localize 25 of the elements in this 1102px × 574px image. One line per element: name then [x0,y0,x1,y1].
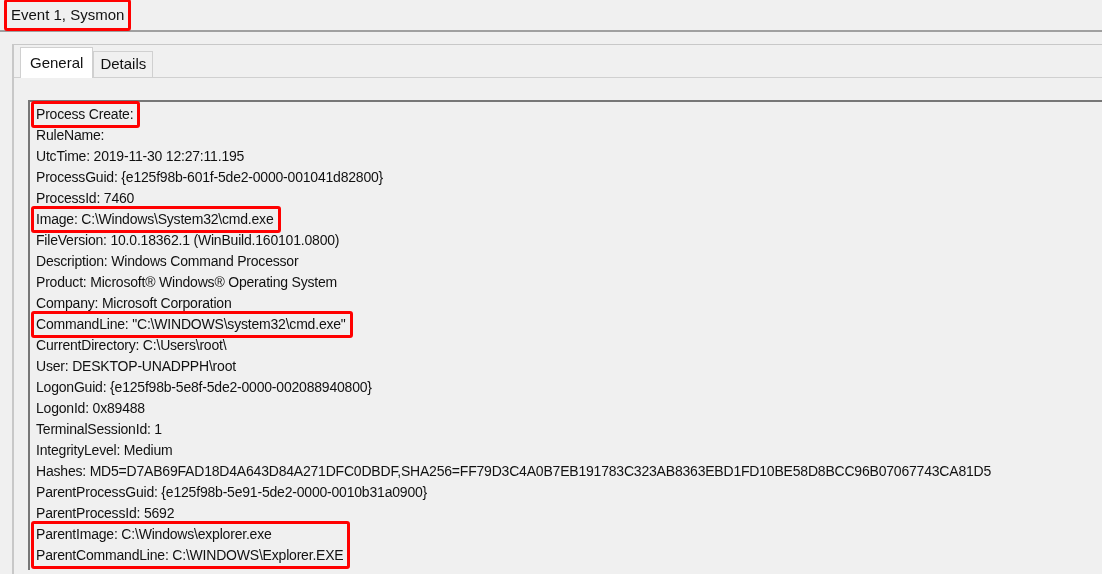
event-field-line: IntegrityLevel: Medium [36,441,174,460]
event-field-line: Description: Windows Command Processor [36,252,300,271]
event-field-line: Process Create: [36,105,134,124]
event-field-line: ParentProcessId: 5692 [36,504,176,523]
window-title: Event 1, Sysmon [4,0,132,32]
event-field-line: LogonGuid: {e125f98b-5e8f-5de2-0000-002088940800} [36,378,373,397]
event-field-line: CommandLine: "C:\WINDOWS\system32\cmd.exe" [36,315,346,334]
event-field-line: LogonId: 0x89488 [36,399,146,418]
event-field-line: Company: Microsoft Corporation [36,294,233,313]
event-field-line: ParentCommandLine: C:\WINDOWS\Explorer.EXE [36,546,344,565]
event-field-line: ProcessId: 7460 [36,189,136,208]
event-field-line: ProcessGuid: {e125f98b-601f-5de2-0000-001041d82800} [36,168,385,187]
event-field-line: Product: Microsoft® Windows® Operating System [36,273,339,292]
event-field-line: Hashes: MD5=D7AB69FAD18D4A643D84A271DFC0DBDF,SHA256=FF79D3C4A0B7EB191783C323AB8363EBD1FD10BE58D8BCC96B07067743CA81D5 [36,462,993,481]
tab[interactable]: General [20,47,94,78]
event-field-line: ParentProcessGuid: {e125f98b-5e91-5de2-0000-0010b31a0900} [36,483,429,502]
event-field-line: RuleName: [36,126,106,145]
event-field-line: CurrentDirectory: C:\Users\root\ [36,336,228,355]
event-field-line: User: DESKTOP-UNADPPH\root [36,357,237,376]
event-field-line: TerminalSessionId: 1 [36,420,163,439]
event-field-line: UtcTime: 2019-11-30 12:27:11.195 [36,147,246,166]
event-field-line: Image: C:\Windows\System32\cmd.exe [36,210,274,229]
event-field-line: ParentImage: C:\Windows\explorer.exe [36,525,273,544]
tab[interactable]: Details [93,51,154,77]
event-field-line: FileVersion: 10.0.18362.1 (WinBuild.160101.0800) [36,231,341,250]
